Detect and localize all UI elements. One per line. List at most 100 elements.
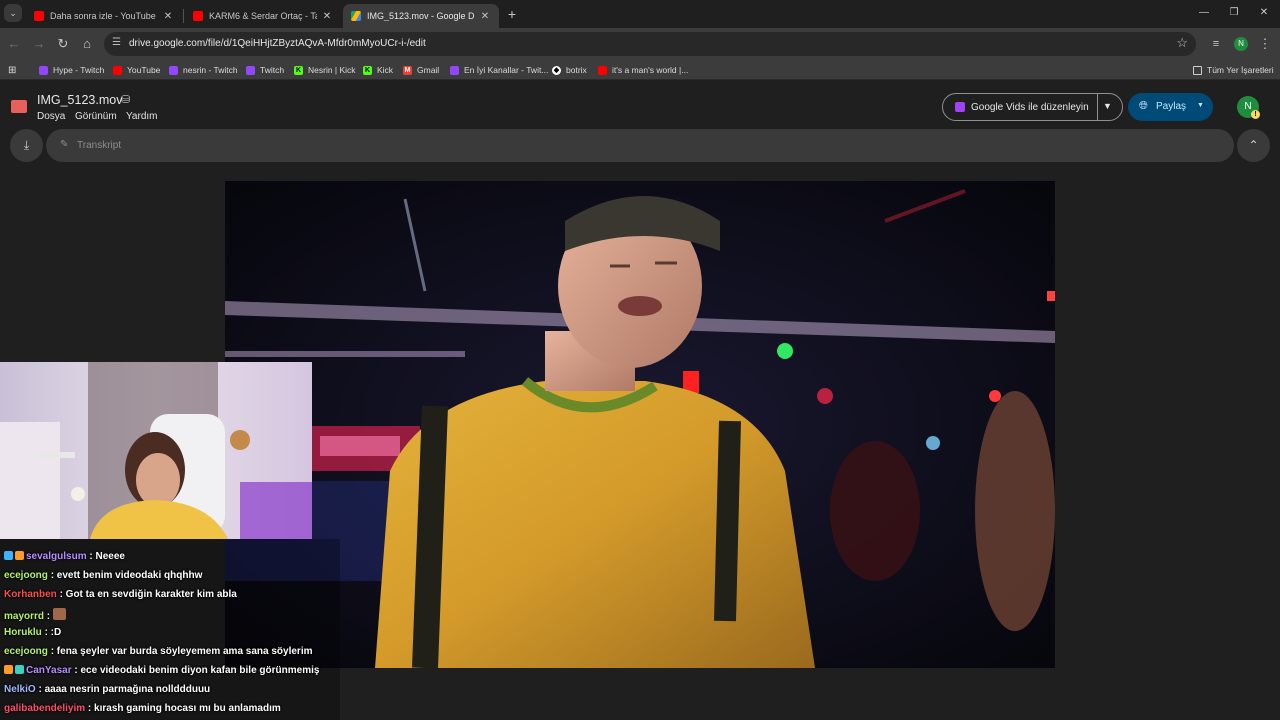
youtube-icon — [598, 65, 607, 75]
restore-window-icon[interactable]: ❐ — [1224, 5, 1244, 21]
badge-icon — [15, 551, 24, 560]
shared-drive-icon[interactable]: ⛁ — [121, 93, 130, 106]
youtube-icon — [113, 65, 122, 75]
badge-icon — [4, 551, 13, 560]
menu-help[interactable]: Yardım — [126, 111, 158, 122]
bookmark-label: it's a man's world |... — [612, 65, 689, 75]
reload-icon[interactable]: ↻ — [53, 34, 73, 54]
chat-message: Horuklu : :D — [4, 627, 61, 638]
chat-text: : evett benim videodaki qhqhhw — [50, 570, 203, 581]
kick-icon: K — [363, 65, 372, 75]
menu-view[interactable]: Görünüm — [75, 111, 117, 122]
browser-toolbar: ← → ↻ ⌂ ☰ drive.google.com/file/d/1QeiHH… — [0, 28, 1280, 60]
chat-text: : aaaa nesrin parmağına nollddduuu — [38, 684, 211, 695]
bookmark-en-iyi-kanallar[interactable]: En İyi Kanallar - Twit... — [450, 63, 548, 77]
bookmark-mans-world[interactable]: it's a man's world |... — [598, 63, 688, 77]
bookmark-star-icon[interactable]: ☆ — [1176, 35, 1188, 51]
tab-karm6[interactable]: KARM6 & Serdar Ortaç - Ta Bu ✕ — [185, 4, 341, 28]
address-bar[interactable]: ☰ drive.google.com/file/d/1QeiHHjtZByztA… — [104, 32, 1196, 56]
chat-text: : — [46, 611, 51, 622]
bookmark-kick[interactable]: K Kick — [363, 63, 393, 77]
tab-title: Daha sonra izle - YouTube — [50, 11, 156, 21]
kick-icon: K — [294, 65, 303, 75]
tab-search-button[interactable]: ⌄ — [4, 4, 22, 22]
chat-message: sevalgulsum : Neeee — [4, 551, 125, 562]
chevron-down-icon[interactable]: ▼ — [1197, 102, 1204, 109]
share-button[interactable]: 🌐︎ Paylaş ▼ — [1128, 93, 1213, 121]
chat-username[interactable]: mayorrd — [4, 611, 44, 622]
tab-title: KARM6 & Serdar Ortaç - Ta Bu — [209, 11, 317, 21]
bookmark-label: Twitch — [260, 65, 285, 75]
bookmark-label: YouTube — [127, 65, 161, 75]
youtube-icon — [193, 11, 203, 21]
tab-google-drive[interactable]: IMG_5123.mov - Google Drive ✕ — [343, 4, 499, 28]
chevron-down-icon[interactable]: ▼ — [1103, 101, 1112, 111]
forward-icon[interactable]: → — [29, 34, 49, 54]
chat-text: : kırash gaming hocası mı bu anlamadım — [87, 703, 281, 714]
video-frame — [225, 181, 1055, 668]
media-controls-icon[interactable]: ≡ — [1206, 34, 1226, 54]
tab-strip: ⌄ Daha sonra izle - YouTube ✕ KARM6 & Se… — [0, 0, 1280, 28]
file-title: IMG_5123.mov — [37, 93, 123, 107]
tab-title: IMG_5123.mov - Google Drive — [367, 11, 475, 21]
botrix-icon: ◆ — [552, 65, 561, 75]
chat-username[interactable]: sevalgulsum — [26, 551, 87, 562]
back-icon[interactable]: ← — [4, 34, 24, 54]
home-icon[interactable]: ⌂ — [77, 34, 97, 54]
chat-username[interactable]: ecejoong — [4, 570, 48, 581]
chat-username[interactable]: NelkiO — [4, 684, 36, 695]
globe-icon: 🌐︎ — [1139, 100, 1148, 112]
chat-username[interactable]: ecejoong — [4, 646, 48, 657]
collapse-chevron-up-button[interactable]: ⌃ — [1237, 129, 1270, 162]
close-icon[interactable]: ✕ — [162, 11, 174, 22]
site-info-icon[interactable]: ☰ — [112, 37, 121, 48]
close-icon[interactable]: ✕ — [479, 11, 491, 22]
more-menu-icon[interactable]: ⋮ — [1255, 34, 1275, 54]
stream-chat: sevalgulsum : Neeee ecejoong : evett ben… — [0, 539, 340, 720]
profile-avatar[interactable]: N — [1234, 37, 1248, 51]
chat-text: : Neeee — [89, 551, 125, 562]
folder-icon — [1193, 65, 1202, 75]
transcript-bar[interactable]: ✎ Transkript — [46, 129, 1234, 162]
edit-with-google-vids-button[interactable]: Google Vids ile düzenleyin ▼ — [942, 93, 1123, 121]
bookmark-label: Nesrin | Kick — [308, 65, 356, 75]
gmail-icon: M — [403, 65, 412, 75]
chat-username[interactable]: Horuklu — [4, 627, 42, 638]
chat-message: ecejoong : fena şeyler var burda söyleye… — [4, 646, 313, 657]
chat-message: CanYasar : ece videodaki benim diyon kaf… — [4, 665, 319, 676]
bookmark-nesrin-kick[interactable]: K Nesrin | Kick — [294, 63, 356, 77]
video-player[interactable] — [225, 181, 1055, 668]
download-button[interactable]: ⤓ — [10, 129, 43, 162]
bookmark-hype-twitch[interactable]: Hype - Twitch — [39, 63, 104, 77]
tab-divider — [183, 9, 184, 23]
bookmark-label: Tüm Yer İşaretleri — [1207, 65, 1274, 75]
close-icon[interactable]: ✕ — [321, 11, 333, 22]
close-window-icon[interactable]: ✕ — [1254, 5, 1274, 21]
new-tab-button[interactable]: + — [502, 4, 522, 24]
bookmark-botrix[interactable]: ◆ botrix — [552, 63, 587, 77]
twitch-icon — [39, 65, 48, 75]
chat-message: NelkiO : aaaa nesrin parmağına nollddduu… — [4, 684, 210, 695]
button-divider — [1097, 94, 1098, 120]
chat-message: galibabendeliyim : kırash gaming hocası … — [4, 703, 281, 714]
transcript-label: Transkript — [77, 140, 122, 151]
chat-username[interactable]: Korhanben — [4, 589, 57, 600]
url-text[interactable]: drive.google.com/file/d/1QeiHHjtZByztAQv… — [129, 38, 426, 49]
apps-icon[interactable]: ⊞ — [8, 63, 16, 77]
bookmark-twitch[interactable]: Twitch — [246, 63, 284, 77]
drive-header: IMG_5123.mov ⛁ Dosya Görünüm Yardım Goog… — [0, 80, 1280, 128]
badge-icon — [4, 665, 13, 674]
all-bookmarks-folder[interactable]: Tüm Yer İşaretleri — [1193, 63, 1274, 77]
share-button-label: Paylaş — [1156, 101, 1187, 112]
bookmark-youtube[interactable]: YouTube — [113, 63, 160, 77]
bookmark-nesrin-twitch[interactable]: nesrin - Twitch — [169, 63, 238, 77]
bookmark-gmail[interactable]: M Gmail — [403, 63, 439, 77]
youtube-icon — [34, 11, 44, 21]
tab-youtube-watch-later[interactable]: Daha sonra izle - YouTube ✕ — [26, 4, 182, 28]
minimize-window-icon[interactable]: — — [1194, 5, 1214, 21]
bookmarks-bar: ⊞ Hype - Twitch YouTube nesrin - Twitch … — [0, 60, 1280, 80]
webcam-frame — [0, 362, 312, 539]
chat-username[interactable]: CanYasar — [26, 665, 72, 676]
chat-username[interactable]: galibabendeliyim — [4, 703, 85, 714]
menu-file[interactable]: Dosya — [37, 111, 65, 122]
